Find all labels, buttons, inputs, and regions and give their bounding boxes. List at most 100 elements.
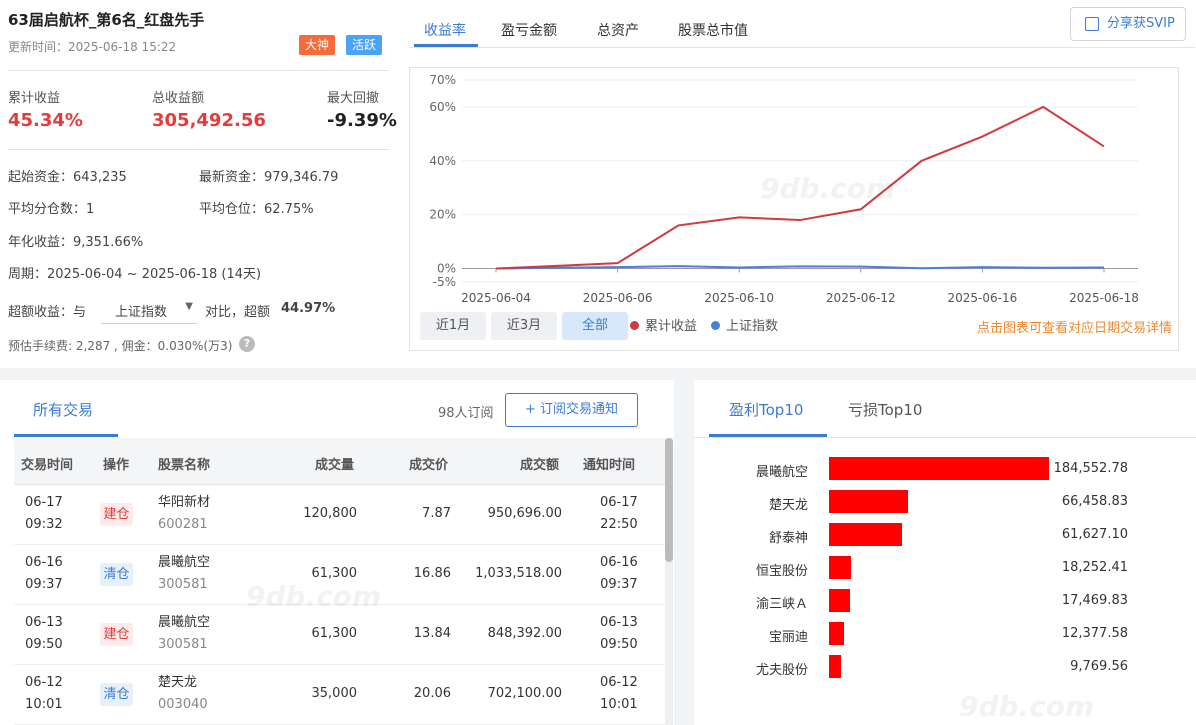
benchmark-value: 上证指数 — [115, 305, 168, 320]
tab-return-rate[interactable]: 收益率 — [424, 20, 466, 40]
divider — [694, 437, 1196, 438]
fee-info: 预估手续费: 2,287 , 佣金：0.030%(万3) — [8, 339, 233, 353]
divider — [8, 70, 389, 71]
bar-value: 66,458.83 — [1061, 494, 1128, 509]
profit-bar[interactable] — [829, 622, 844, 645]
col-notify-time: 通知时间 — [583, 458, 636, 473]
share-button[interactable]: 分享获SVIP — [1070, 7, 1186, 41]
scroll-thumb[interactable] — [665, 438, 673, 562]
bar-label: 尤夫股份 — [755, 663, 808, 678]
amount: 1,033,518.00 — [475, 566, 562, 581]
bar-label: 恒宝股份 — [755, 564, 808, 579]
scrollbar[interactable] — [665, 438, 673, 725]
stock-cell[interactable]: 楚天龙 003040 — [158, 672, 208, 716]
op-tag: 清仓 — [100, 683, 133, 706]
watermark: 9db.com — [760, 172, 895, 205]
benchmark-select[interactable]: 上证指数 ▼ — [101, 294, 197, 324]
share-label: 分享获SVIP — [1107, 16, 1175, 31]
active-tab-indicator — [414, 44, 478, 47]
stock-name[interactable]: 晨曦航空 — [158, 552, 210, 574]
bar-label: 楚天龙 — [768, 498, 808, 513]
notify-time: 06-12 10:01 — [600, 675, 638, 712]
bar-label: 晨曦航空 — [755, 465, 808, 480]
stock-cell[interactable]: 晨曦航空 300581 — [158, 612, 210, 656]
stock-code: 600281 — [158, 517, 208, 532]
range-3m-button[interactable]: 近3月 — [491, 312, 557, 340]
subscriber-count: 98人订阅 — [438, 406, 494, 421]
bar-label: 宝丽迪 — [768, 630, 808, 645]
col-op: 操作 — [103, 458, 130, 473]
col-volume: 成交量 — [315, 458, 355, 473]
stock-code: 003040 — [158, 697, 208, 712]
tab-loss-top10[interactable]: 亏损Top10 — [848, 399, 922, 420]
divider — [8, 149, 389, 150]
bar-value: 12,377.58 — [1061, 626, 1128, 641]
tab-market-value[interactable]: 股票总市值 — [678, 20, 748, 40]
op-tag: 建仓 — [100, 503, 133, 526]
profit-bar[interactable] — [829, 655, 841, 678]
col-trade-time: 交易时间 — [21, 458, 74, 473]
excess-prefix: 超额收益：与 — [8, 305, 87, 320]
price: 20.06 — [413, 686, 451, 701]
profit-bar[interactable] — [829, 556, 851, 579]
total-profit-label: 总收益额 — [152, 91, 205, 106]
range-1m-button[interactable]: 近1月 — [420, 312, 486, 340]
volume: 61,300 — [311, 626, 358, 641]
tab-total-assets[interactable]: 总资产 — [597, 20, 639, 40]
col-amount: 成交额 — [520, 458, 560, 473]
x-tick-label: 2025-06-12 — [826, 291, 896, 305]
table-row[interactable]: 06-17 09:32 建仓 华阳新材 600281 120,800 7.87 950,696… — [14, 485, 666, 545]
table-row[interactable]: 06-13 09:50 建仓 晨曦航空 300581 61,300 13.84 848,392… — [14, 605, 666, 665]
return-chart[interactable]: 70% 60% 40% 20% 0% -5% 2025-06-04 2025-06-06 202… — [409, 67, 1179, 351]
account-summary: 63届启航杯_第6名_红盘先手 更新时间：2025-06-18 15:22 大神… — [8, 0, 397, 368]
profit-bar[interactable] — [829, 589, 850, 612]
help-icon[interactable]: ? — [239, 336, 255, 352]
y-tick-label: 60% — [429, 100, 456, 114]
share-icon — [1085, 17, 1099, 31]
x-tick-label: 2025-06-10 — [704, 291, 774, 305]
legend-dot — [630, 321, 639, 330]
watermark: 9db.com — [246, 580, 382, 613]
excess-value: 44.97% — [281, 301, 336, 316]
start-capital: 起始资金：643,235 — [8, 170, 127, 185]
subscribe-button[interactable]: + 订阅交易通知 — [505, 393, 638, 427]
y-tick-label: 0% — [437, 262, 456, 276]
tab-profit-loss[interactable]: 盈亏金额 — [501, 20, 557, 40]
avg-split: 平均分仓数：1 — [8, 202, 95, 217]
tab-profit-top10[interactable]: 盈利Top10 — [729, 399, 803, 420]
tab-all-trades[interactable]: 所有交易 — [33, 399, 93, 420]
legend-index[interactable]: 上证指数 — [711, 315, 778, 334]
max-drawdown-value: -9.39% — [327, 110, 397, 131]
notify-time: 06-16 09:37 — [600, 555, 638, 592]
amount: 950,696.00 — [487, 506, 562, 521]
y-tick-label: 20% — [429, 208, 456, 222]
stock-cell[interactable]: 晨曦航空 300581 — [158, 552, 210, 596]
stock-cell[interactable]: 华阳新材 600281 — [158, 492, 210, 536]
table-row[interactable]: 06-12 10:01 清仓 楚天龙 003040 35,000 20.06 702,100.… — [14, 665, 666, 725]
trade-time: 06-17 09:32 — [25, 495, 63, 532]
cum-return-value: 45.34% — [8, 110, 83, 131]
range-all-button[interactable]: 全部 — [562, 312, 628, 340]
stock-name[interactable]: 楚天龙 — [158, 672, 208, 694]
profit-bar[interactable] — [829, 490, 909, 513]
x-tick-label: 2025-06-18 — [1069, 291, 1139, 305]
stock-code: 300581 — [158, 577, 208, 592]
trades-panel: 所有交易 98人订阅 + 订阅交易通知 交易时间 操作 股票名称 成交量 成交价… — [0, 380, 674, 725]
line-chart[interactable]: 70% 60% 40% 20% 0%-5% 2025-06-04 2025-06-06 202… — [410, 68, 1178, 308]
col-price: 成交价 — [409, 458, 449, 473]
legend-cum-return[interactable]: 累计收益 — [630, 315, 697, 334]
bar-label: 渝三峡Ａ — [755, 597, 808, 612]
profit-bar[interactable] — [829, 523, 903, 546]
notify-time: 06-17 22:50 — [600, 495, 638, 532]
cum-return-label: 累计收益 — [8, 91, 61, 106]
max-drawdown-label: 最大回撤 — [327, 91, 380, 106]
volume: 35,000 — [311, 686, 358, 701]
x-tick-label: 2025-06-04 — [461, 291, 531, 305]
page-title: 63届启航杯_第6名_红盘先手 — [8, 11, 205, 29]
price: 7.87 — [422, 506, 451, 521]
stock-name[interactable]: 晨曦航空 — [158, 612, 210, 634]
col-stock: 股票名称 — [158, 458, 211, 473]
active-tab-indicator — [14, 434, 118, 437]
trade-time: 06-12 10:01 — [25, 675, 63, 712]
stock-name[interactable]: 华阳新材 — [158, 492, 210, 514]
